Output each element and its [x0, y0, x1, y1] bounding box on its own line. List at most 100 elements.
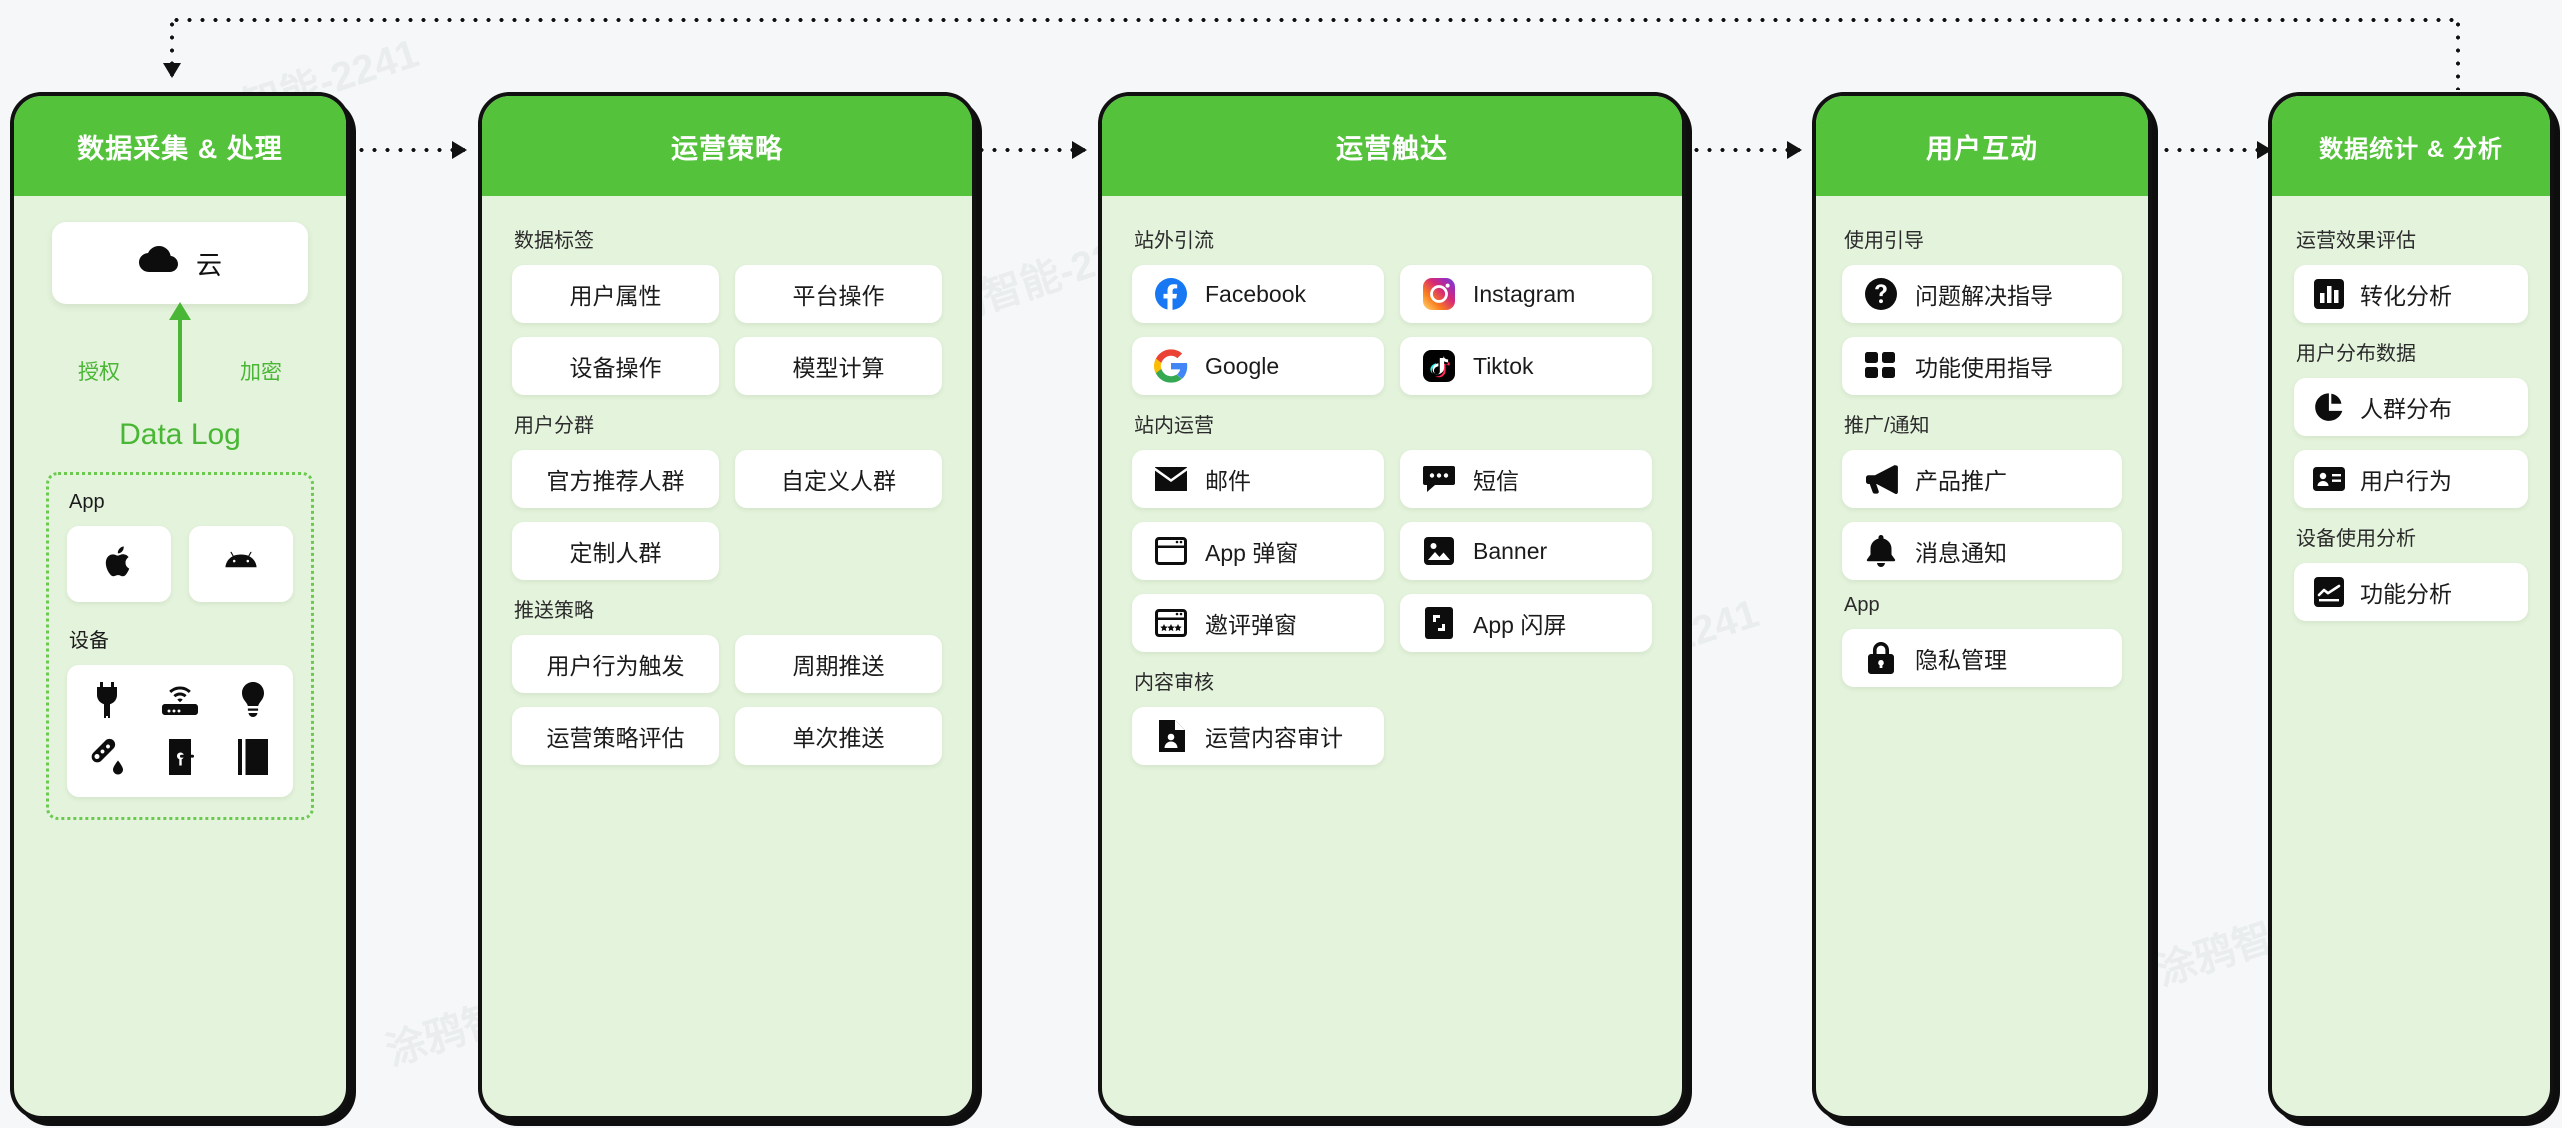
chip-custom-audience[interactable]: 自定义人群: [735, 450, 942, 508]
chip-problem-guide[interactable]: 问题解决指导: [1842, 265, 2122, 323]
arrow-head: [452, 141, 467, 159]
arrow-head: [1072, 141, 1087, 159]
chip-facebook[interactable]: Facebook: [1132, 265, 1384, 323]
feedback-loop-left-drop: [163, 18, 181, 78]
chip-label: Facebook: [1205, 280, 1307, 307]
chip-behavior-trigger[interactable]: 用户行为触发: [512, 635, 719, 693]
chip-periodic-push[interactable]: 周期推送: [735, 635, 942, 693]
feedback-loop-line: [170, 18, 2460, 22]
group-label-user-distribution: 用户分布数据: [2296, 343, 2416, 365]
group-items-content-audit: 运营内容审计: [1132, 707, 1652, 765]
chip-review-popup[interactable]: 邀评弹窗: [1132, 594, 1384, 652]
chip-label: Tiktok: [1473, 352, 1534, 379]
pie-chart-icon: [2312, 390, 2346, 424]
chip-feature-guide[interactable]: 功能使用指导: [1842, 337, 2122, 395]
connector-4-5: [2160, 141, 2272, 159]
column-title-operation-strategy: 运营策略: [482, 96, 972, 196]
connector-1-2: [355, 141, 467, 159]
column-title-operation-reach: 运营触达: [1102, 96, 1682, 196]
phone-frame-data-analysis: 数据统计 & 分析 运营效果评估 转化分析 用户分布数据 人群分布 用户行为 设…: [2268, 92, 2554, 1120]
audit-icon: [1154, 719, 1188, 753]
chip-privacy-management[interactable]: 隐私管理: [1842, 629, 2122, 687]
chip-label: App 弹窗: [1205, 540, 1299, 566]
chip-app-splash[interactable]: App 闪屏: [1400, 594, 1652, 652]
flow-label-right: 加密: [240, 361, 282, 384]
android-icon: [223, 550, 259, 579]
chip-single-push[interactable]: 单次推送: [735, 707, 942, 765]
router-icon[interactable]: [161, 684, 199, 721]
bar-chart-icon: [2312, 277, 2346, 311]
chip-content-audit[interactable]: 运营内容审计: [1132, 707, 1384, 765]
data-log-label: Data Log: [119, 418, 241, 451]
cloud-icon: [138, 245, 178, 281]
id-card-icon: [2312, 462, 2346, 496]
platform-apple[interactable]: [67, 526, 171, 602]
chip-product-promotion[interactable]: 产品推广: [1842, 450, 2122, 508]
cloud-card[interactable]: 云: [52, 222, 308, 304]
question-icon: [1864, 277, 1898, 311]
plug-icon[interactable]: [90, 681, 124, 724]
connector-2-3: [975, 141, 1087, 159]
group-items-app-privacy: 隐私管理: [1842, 629, 2122, 687]
mail-icon: [1154, 462, 1188, 496]
chip-user-behavior[interactable]: 用户行为: [2294, 450, 2528, 508]
group-label-promotion: 推广/通知: [1844, 415, 1930, 437]
chip-label: 人群分布: [2360, 396, 2452, 422]
chip-instagram[interactable]: Instagram: [1400, 265, 1652, 323]
chip-tailored-audience[interactable]: 定制人群: [512, 522, 719, 580]
chip-app-popup[interactable]: App 弹窗: [1132, 522, 1384, 580]
group-items-push-strategy: 用户行为触发 周期推送 运营策略评估 单次推送: [512, 635, 942, 765]
flow-zone: 授权 加密 Data Log: [36, 302, 324, 468]
chip-message-notification[interactable]: 消息通知: [1842, 522, 2122, 580]
bulb-icon[interactable]: [238, 681, 268, 724]
group-items-user-segment: 官方推荐人群 自定义人群 定制人群: [512, 450, 942, 580]
chip-label: 隐私管理: [1915, 647, 2007, 673]
group-label-content-audit: 内容审核: [1134, 672, 1214, 694]
tiktok-icon: [1422, 349, 1456, 383]
chip-model-compute[interactable]: 模型计算: [735, 337, 942, 395]
phone-frame-operation-reach: 运营触达 站外引流 Facebook Instagram Google Tikt…: [1098, 92, 1686, 1120]
chip-conversion-analysis[interactable]: 转化分析: [2294, 265, 2528, 323]
column-title-data-analysis: 数据统计 & 分析: [2272, 96, 2550, 196]
platform-android[interactable]: [189, 526, 293, 602]
group-label-onsite: 站内运营: [1134, 415, 1214, 437]
group-items-device-usage: 功能分析: [2294, 563, 2528, 621]
chip-platform-operation[interactable]: 平台操作: [735, 265, 942, 323]
chip-strategy-evaluation[interactable]: 运营策略评估: [512, 707, 719, 765]
chip-label: 邮件: [1205, 468, 1251, 494]
chip-email[interactable]: 邮件: [1132, 450, 1384, 508]
curtain-icon[interactable]: [236, 738, 270, 781]
popup-icon: [1154, 534, 1188, 568]
chip-function-analysis[interactable]: 功能分析: [2294, 563, 2528, 621]
platform-row: [67, 526, 293, 602]
review-popup-icon: [1154, 606, 1188, 640]
apple-icon: [104, 544, 134, 585]
splash-icon: [1422, 606, 1456, 640]
chip-google[interactable]: Google: [1132, 337, 1384, 395]
sms-icon: [1422, 462, 1456, 496]
chip-label: 产品推广: [1915, 468, 2007, 494]
chip-tiktok[interactable]: Tiktok: [1400, 337, 1652, 395]
group-items-promotion: 产品推广 消息通知: [1842, 450, 2122, 580]
facebook-icon: [1154, 277, 1188, 311]
column-title-user-interaction: 用户互动: [1816, 96, 2148, 196]
group-label-device-usage: 设备使用分析: [2296, 528, 2416, 550]
chip-official-audience[interactable]: 官方推荐人群: [512, 450, 719, 508]
feedback-loop-right-riser: [2456, 18, 2460, 90]
chip-sms[interactable]: 短信: [1400, 450, 1652, 508]
group-label-effect-eval: 运营效果评估: [2296, 230, 2416, 252]
temp-humidity-icon[interactable]: [88, 738, 126, 781]
group-items-user-distribution: 人群分布 用户行为: [2294, 378, 2528, 508]
diagram-canvas: 涂鸦智能-2241 涂鸦智能-2241 涂鸦智能-2241 涂鸦智能-2241 …: [0, 0, 2562, 1128]
chip-device-operation[interactable]: 设备操作: [512, 337, 719, 395]
megaphone-icon: [1864, 462, 1898, 496]
group-label-data-tag: 数据标签: [514, 230, 594, 252]
chip-banner[interactable]: Banner: [1400, 522, 1652, 580]
chip-crowd-distribution[interactable]: 人群分布: [2294, 378, 2528, 436]
phone-frame-operation-strategy: 运营策略 数据标签 用户属性 平台操作 设备操作 模型计算 用户分群 官方推荐人…: [478, 92, 976, 1120]
chip-user-attribute[interactable]: 用户属性: [512, 265, 719, 323]
chip-label: 运营内容审计: [1205, 725, 1343, 751]
group-items-usage-guide: 问题解决指导 功能使用指导: [1842, 265, 2122, 395]
door-lock-icon[interactable]: [164, 738, 196, 781]
column-title-data-collection: 数据采集 & 处理: [14, 96, 346, 196]
